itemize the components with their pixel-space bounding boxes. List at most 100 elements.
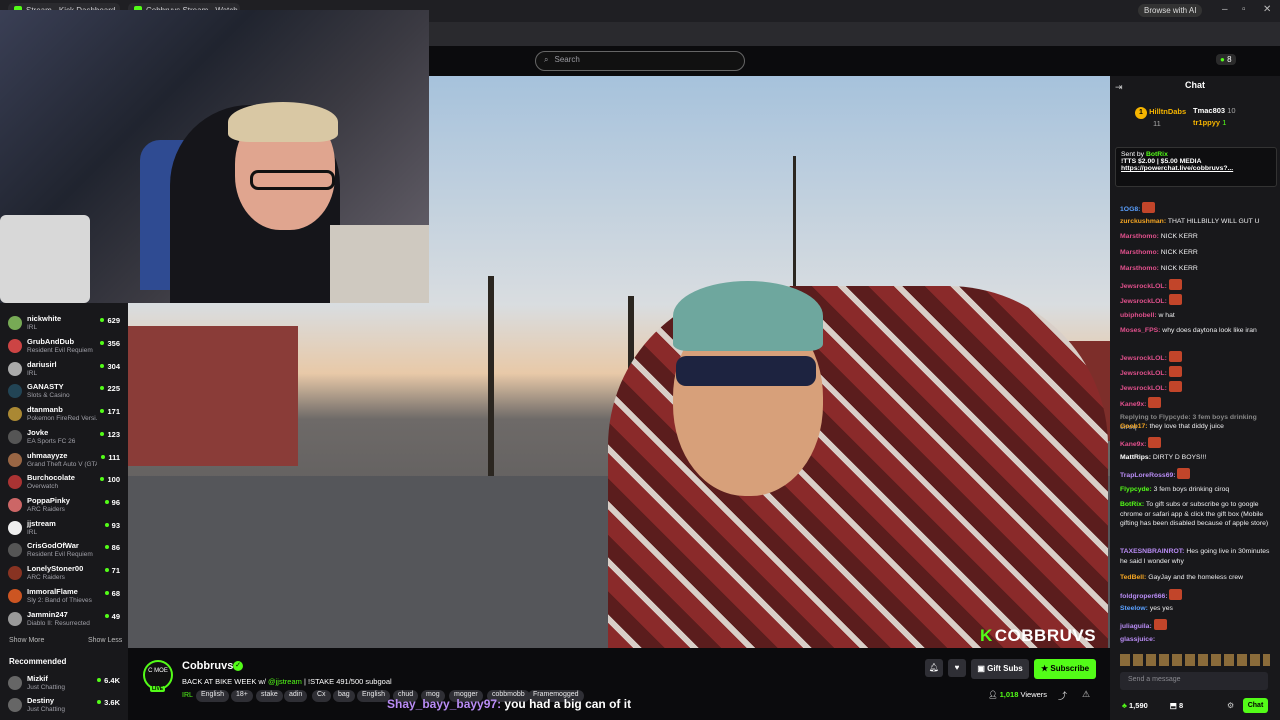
chat-message[interactable]: Kane9x: <box>1120 437 1272 450</box>
stream-tag[interactable]: Cx <box>312 690 331 702</box>
chat-username[interactable]: JewsrockLOL: <box>1120 370 1167 377</box>
gift-subs-button[interactable]: ▣ Gift Subs <box>971 659 1029 679</box>
category-link[interactable]: IRL <box>182 692 193 699</box>
show-less-button[interactable]: Show Less <box>88 637 122 644</box>
chat-username[interactable]: JewsrockLOL: <box>1120 283 1167 290</box>
show-more-button[interactable]: Show More <box>9 637 44 644</box>
sidebar-channel-item[interactable]: Jammin247 Diablo II: Resurrected 49 <box>0 609 128 631</box>
maximize-icon[interactable]: ▫ <box>1242 4 1246 15</box>
stream-tag[interactable]: English <box>196 690 229 702</box>
chat-username[interactable]: Marsthomo: <box>1120 233 1159 240</box>
chat-message[interactable]: glassjuice: <box>1120 635 1272 645</box>
chat-username[interactable]: JewsrockLOL: <box>1120 355 1167 362</box>
chat-message[interactable]: ubiphobell: w hat <box>1120 311 1272 321</box>
chat-username[interactable]: TedBell: <box>1120 574 1146 581</box>
title-mention-link[interactable]: @jjstream <box>268 677 302 686</box>
sidebar-channel-item[interactable]: Burchocolate Overwatch 100 <box>0 472 128 494</box>
chat-message[interactable]: Kane9x: <box>1120 397 1272 410</box>
notifications-badge[interactable]: ● 8 <box>1216 54 1236 65</box>
close-icon[interactable]: ✕ <box>1263 4 1271 15</box>
chat-message[interactable]: MattRips: DIRTY D BOYS!!! <box>1120 453 1272 463</box>
chat-username[interactable]: juliaguila: <box>1120 623 1152 630</box>
chat-message[interactable]: Steelow: yes yes <box>1120 604 1272 614</box>
sidebar-channel-item[interactable]: uhmaayyze Grand Theft Auto V (GTA) 111 <box>0 450 128 472</box>
sidebar-channel-item[interactable]: PoppaPinky ARC Raiders 96 <box>0 495 128 517</box>
pinned-link[interactable]: https://powerchat.live/cobbruvs?... <box>1121 165 1271 172</box>
stream-tag[interactable]: 18+ <box>231 690 253 702</box>
chat-message[interactable]: JewsrockLOL: <box>1120 279 1272 292</box>
sidebar-channel-item[interactable]: GANASTY Slots & Casino 225 <box>0 381 128 403</box>
chat-username[interactable]: TAXESNBRAINROT: <box>1120 548 1184 555</box>
chat-username[interactable]: Kane9x: <box>1120 441 1146 448</box>
chat-username[interactable]: Moses_FPS: <box>1120 327 1160 334</box>
sidebar-channel-item[interactable]: LonelyStoner00 ARC Raiders 71 <box>0 563 128 585</box>
sidebar-channel-item[interactable]: dariusirl IRL 304 <box>0 359 128 381</box>
leaderboard-second[interactable]: Tmac803 10 <box>1193 106 1236 115</box>
follow-heart-icon[interactable]: ♥ <box>948 659 966 677</box>
chat-message[interactable]: JewsrockLOL: <box>1120 294 1272 307</box>
chat-message[interactable]: JewsrockLOL: <box>1120 366 1272 379</box>
chat-message[interactable]: Marsthomo: NICK KERR <box>1120 264 1272 274</box>
stream-tag[interactable]: English <box>357 690 390 702</box>
sidebar-channel-item[interactable]: GrubAndDub Resident Evil Requiem 356 <box>0 336 128 358</box>
leaderboard-third[interactable]: tr1ppyy 1 <box>1193 118 1226 127</box>
stream-tag[interactable]: stake <box>256 690 283 702</box>
chat-message[interactable]: juliaguila: <box>1120 619 1272 632</box>
chat-username[interactable]: 1OG8: <box>1120 206 1140 213</box>
channel-name[interactable]: Cobbruvs <box>182 660 233 672</box>
chat-username[interactable]: Goob17: <box>1120 423 1148 430</box>
stream-tag[interactable]: bag <box>333 690 355 702</box>
minimize-icon[interactable]: – <box>1222 4 1228 15</box>
chat-message[interactable]: TedBell: GayJay and the homeless crew <box>1120 573 1272 583</box>
stream-tag[interactable]: adin <box>284 690 308 702</box>
chat-username[interactable]: Steelow: <box>1120 605 1148 612</box>
recommended-channel-item[interactable]: Destiny Just Chatting 3.6K <box>0 695 128 717</box>
chat-message[interactable]: Flypcyde: 3 fem boys drinking ciroq <box>1120 485 1272 495</box>
sidebar-channel-item[interactable]: dtanmanb Pokemon FireRed Versi... 171 <box>0 404 128 426</box>
chat-send-button[interactable]: Chat <box>1243 698 1268 713</box>
sidebar-channel-item[interactable]: nickwhite IRL 629 <box>0 313 128 335</box>
chat-username[interactable]: glassjuice: <box>1120 636 1155 643</box>
chat-input[interactable]: Send a message <box>1120 672 1268 690</box>
chat-message[interactable]: JewsrockLOL: <box>1120 381 1272 394</box>
notification-bell-icon[interactable]: 🔔︎ <box>925 659 943 677</box>
chat-username[interactable]: MattRips: <box>1120 454 1151 461</box>
chat-message[interactable]: foldgroper666: <box>1120 589 1272 602</box>
chat-message[interactable]: TAXESNBRAINROT: Hes going live in 30minu… <box>1120 547 1272 566</box>
browse-with-ai-button[interactable]: Browse with AI <box>1138 4 1203 17</box>
chat-username[interactable]: BotRix: <box>1120 501 1144 508</box>
sidebar-channel-item[interactable]: ImmoralFlame Sly 2: Band of Thieves 68 <box>0 586 128 608</box>
chat-message[interactable]: Marsthomo: NICK KERR <box>1120 248 1272 258</box>
chat-message[interactable]: Moses_FPS: why does daytona look like ir… <box>1120 326 1272 336</box>
share-icon[interactable]: ⤴ <box>1058 689 1067 702</box>
chat-username[interactable]: JewsrockLOL: <box>1120 385 1167 392</box>
chat-message[interactable]: zurckushman: THAT HILLBILLY WILL GUT U <box>1120 217 1272 227</box>
sidebar-channel-item[interactable]: jjstream IRL 93 <box>0 518 128 540</box>
sidebar-channel-item[interactable]: Jovke EA Sports FC 26 123 <box>0 427 128 449</box>
chat-message[interactable]: Marsthomo: NICK KERR <box>1120 232 1272 242</box>
search-input[interactable]: ⌕ Search <box>535 51 745 71</box>
channel-points[interactable]: ♣ 1,590 ⬒ 8 <box>1122 701 1183 710</box>
chat-message[interactable]: Goob17: they love that diddy juice <box>1120 422 1272 432</box>
report-icon[interactable]: ⚠ <box>1082 689 1090 700</box>
subscribe-button[interactable]: ★ Subscribe <box>1034 659 1096 679</box>
chat-username[interactable]: Kane9x: <box>1120 401 1146 408</box>
chat-username[interactable]: zurckushman: <box>1120 218 1166 225</box>
pinned-message[interactable]: Sent by BotRix !TTS $2.00 | $5.00 MEDIA … <box>1115 147 1277 187</box>
chat-message[interactable]: BotRix: To gift subs or subscribe go to … <box>1120 500 1272 529</box>
chat-username[interactable]: Marsthomo: <box>1120 265 1159 272</box>
sidebar-channel-item[interactable]: CrisGodOfWar Resident Evil Requiem 86 <box>0 540 128 562</box>
chat-message[interactable]: 1OG8: <box>1120 202 1272 215</box>
chat-username[interactable]: TrapLoreRoss69: <box>1120 472 1176 479</box>
emote-bar[interactable] <box>1120 654 1270 666</box>
chat-username[interactable]: JewsrockLOL: <box>1120 298 1167 305</box>
chat-message[interactable]: TrapLoreRoss69: <box>1120 468 1272 481</box>
leaderboard-first[interactable]: 1 HilltnDabs 11 <box>1135 107 1186 128</box>
chat-username[interactable]: Flypcyde: <box>1120 486 1152 493</box>
chat-username[interactable]: foldgroper666: <box>1120 593 1168 600</box>
chat-username[interactable]: ubiphobell: <box>1120 312 1157 319</box>
recommended-channel-item[interactable]: Mizkif Just Chatting 6.4K <box>0 673 128 695</box>
chat-message[interactable]: JewsrockLOL: <box>1120 351 1272 364</box>
chat-username[interactable]: Marsthomo: <box>1120 249 1159 256</box>
settings-icon[interactable]: ⚙ <box>1227 701 1234 710</box>
